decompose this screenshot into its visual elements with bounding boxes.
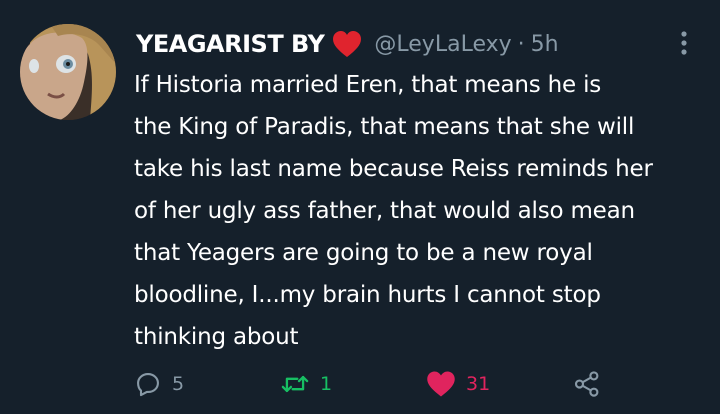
tweet-text-line: of her ugly ass father, that would also …: [134, 198, 635, 224]
tweet-text-line: thinking about: [134, 324, 299, 350]
like-button[interactable]: 31: [426, 366, 490, 402]
red-heart-icon: [332, 30, 362, 58]
share-button[interactable]: [572, 366, 602, 402]
avatar-image: [20, 24, 116, 120]
tweet-text-line: the King of Paradis, that means that she…: [134, 114, 635, 140]
avatar[interactable]: [20, 24, 116, 120]
retweet-icon: [281, 375, 309, 393]
retweet-button[interactable]: 1: [280, 366, 332, 402]
tweet-text-line: bloodline, I...my brain hurts I cannot s…: [134, 282, 601, 308]
tweet-text-line: that Yeagers are going to be a new royal: [134, 240, 593, 266]
tweet-header: YEAGARIST BY @LeyLaLexy · 5h: [136, 26, 559, 62]
retweet-count: 1: [320, 373, 333, 395]
heart-icon: [427, 371, 455, 397]
like-count: 31: [466, 373, 491, 395]
user-handle[interactable]: @LeyLaLexy: [374, 32, 511, 57]
reply-icon: [137, 373, 159, 397]
separator-dot: ·: [517, 31, 525, 57]
tweet-text-line: If Historia married Eren, that means he …: [134, 72, 602, 98]
more-vertical-icon[interactable]: [674, 28, 694, 58]
tweet-text: If Historia married Eren, that means he …: [134, 64, 700, 358]
reply-count: 5: [172, 373, 185, 395]
display-name[interactable]: YEAGARIST BY: [136, 30, 325, 58]
tweet-text-line: take his last name because Reiss reminds…: [134, 156, 653, 182]
timestamp[interactable]: 5h: [531, 32, 559, 57]
share-icon: [574, 371, 599, 397]
tweet-actions: 5 1 31: [0, 366, 720, 402]
reply-button[interactable]: 5: [134, 366, 184, 402]
tweet-card[interactable]: YEAGARIST BY @LeyLaLexy · 5h If Historia…: [0, 0, 720, 414]
